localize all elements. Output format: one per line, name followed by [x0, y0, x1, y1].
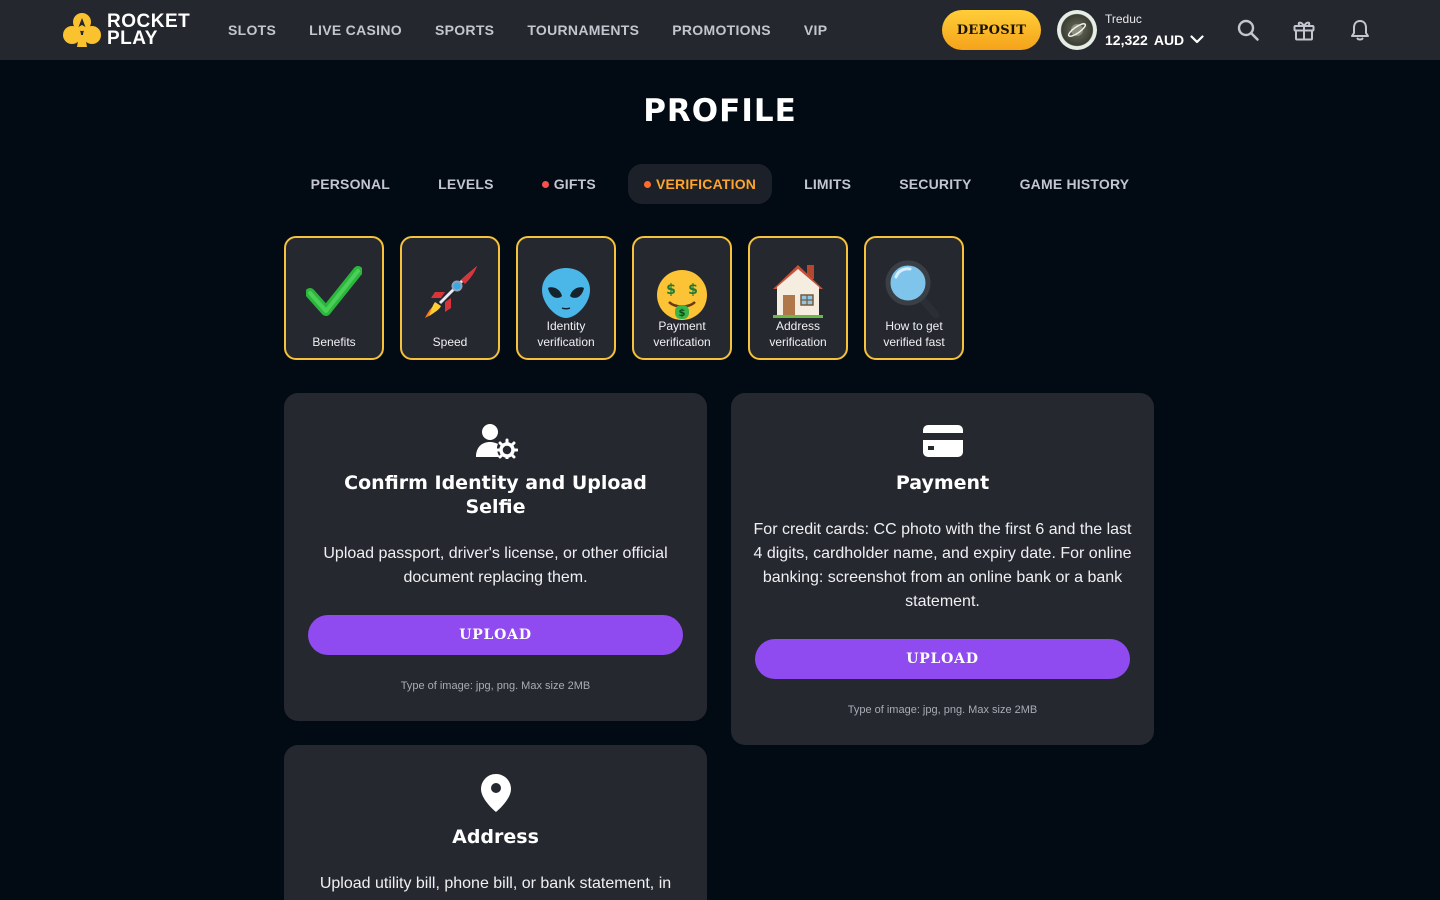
- user-menu[interactable]: Treduc 12,322 AUD: [1057, 10, 1204, 50]
- card-description: For credit cards: CC photo with the firs…: [753, 521, 1132, 610]
- bell-icon: [1351, 20, 1369, 41]
- svg-text:$: $: [666, 282, 676, 298]
- info-card-payment[interactable]: $ $ $ Payment verification: [632, 236, 732, 360]
- svg-text:$: $: [688, 282, 698, 298]
- identity-upload-button[interactable]: UPLOAD: [308, 615, 683, 655]
- nav-vip[interactable]: VIP: [804, 22, 827, 38]
- info-card-label: How to get verified fast: [883, 319, 945, 349]
- tab-security[interactable]: SECURITY: [883, 164, 987, 204]
- main-nav: SLOTS LIVE CASINO SPORTS TOURNAMENTS PRO…: [228, 0, 860, 60]
- nav-tournaments[interactable]: TOURNAMENTS: [527, 22, 639, 38]
- info-card-label: Identity verification: [537, 319, 595, 349]
- credit-card-icon: [922, 423, 964, 459]
- tab-label: LIMITS: [804, 176, 852, 192]
- verification-info-cards: Benefits Speed Identity verification $ $…: [284, 236, 980, 360]
- balance-amount: 12,322: [1105, 31, 1148, 48]
- info-card-identity[interactable]: Identity verification: [516, 236, 616, 360]
- money-face-icon: $ $ $: [634, 264, 730, 326]
- chevron-down-icon[interactable]: [1190, 35, 1204, 44]
- tab-gifts[interactable]: GIFTS: [526, 164, 612, 204]
- payment-upload-button[interactable]: UPLOAD: [755, 639, 1130, 679]
- card-title: Address: [452, 826, 539, 848]
- rocketplay-logo[interactable]: ROCKET PLAY: [63, 11, 190, 49]
- tab-label: GAME HISTORY: [1019, 176, 1130, 192]
- nav-sports[interactable]: SPORTS: [435, 22, 494, 38]
- search-icon: [1237, 19, 1259, 41]
- top-header: ROCKET PLAY SLOTS LIVE CASINO SPORTS TOU…: [0, 0, 1440, 60]
- info-card-label: Address verification: [769, 319, 827, 349]
- notification-dot: [643, 180, 651, 188]
- notifications-button[interactable]: [1347, 17, 1373, 43]
- card-description: Upload utility bill, phone bill, or bank…: [319, 875, 672, 892]
- avatar: [1057, 10, 1097, 50]
- info-card-label: Benefits: [312, 335, 356, 349]
- tab-levels[interactable]: LEVELS: [422, 164, 510, 204]
- info-card-get-verified-fast[interactable]: How to get verified fast: [864, 236, 964, 360]
- tab-label: SECURITY: [899, 176, 972, 192]
- tab-label: VERIFICATION: [655, 176, 757, 192]
- info-card-label: Speed: [432, 335, 468, 349]
- nav-slots[interactable]: SLOTS: [228, 22, 276, 38]
- nav-live-casino[interactable]: LIVE CASINO: [309, 22, 402, 38]
- rocket-icon: [402, 260, 498, 322]
- logo-text: ROCKET PLAY: [107, 12, 190, 49]
- info-card-benefits[interactable]: Benefits: [284, 236, 384, 360]
- nav-promotions[interactable]: PROMOTIONS: [672, 22, 771, 38]
- gifts-button[interactable]: [1291, 17, 1317, 43]
- user-info: Treduc 12,322 AUD: [1105, 12, 1204, 49]
- logo-line2: PLAY: [107, 28, 158, 49]
- user-name: Treduc: [1105, 11, 1142, 26]
- tab-verification[interactable]: VERIFICATION: [627, 164, 773, 204]
- tab-game-history[interactable]: GAME HISTORY: [1004, 164, 1146, 204]
- address-verification-card: Address Upload utility bill, phone bill,…: [284, 745, 707, 900]
- user-balance: 12,322 AUD: [1105, 31, 1204, 49]
- planet-icon: [1067, 23, 1087, 37]
- card-title: Payment: [895, 472, 990, 494]
- gift-icon: [1293, 21, 1315, 41]
- profile-tabs: PERSONAL LEVELS GIFTS VERIFICATION LIMIT…: [0, 164, 1440, 204]
- tab-label: GIFTS: [553, 176, 596, 192]
- user-gear-icon: [474, 423, 518, 459]
- info-card-label: Payment verification: [653, 319, 711, 349]
- card-title: Confirm Identity and Upload Selfie: [344, 472, 647, 518]
- payment-verification-card: Payment For credit cards: CC photo with …: [731, 393, 1154, 745]
- tab-label: LEVELS: [438, 176, 494, 192]
- upload-note: Type of image: jpg, png. Max size 2MB: [400, 680, 591, 692]
- page-title: PROFILE: [643, 93, 797, 129]
- info-card-address[interactable]: Address verification: [748, 236, 848, 360]
- upload-note: Type of image: jpg, png. Max size 2MB: [847, 704, 1038, 716]
- card-description: Upload passport, driver's license, or ot…: [323, 545, 668, 586]
- tab-label: PERSONAL: [310, 176, 391, 192]
- map-pin-icon: [480, 773, 512, 813]
- search-button[interactable]: [1235, 17, 1261, 43]
- deposit-button[interactable]: DEPOSIT: [942, 10, 1041, 50]
- house-icon: [750, 258, 846, 320]
- alien-icon: [518, 262, 614, 324]
- notification-dot: [541, 180, 549, 188]
- club-logo-icon: [63, 13, 101, 47]
- checkmark-icon: [286, 260, 382, 322]
- tab-limits[interactable]: LIMITS: [788, 164, 867, 204]
- magnifier-icon: [866, 258, 962, 320]
- info-card-speed[interactable]: Speed: [400, 236, 500, 360]
- identity-verification-card: Confirm Identity and Upload Selfie Uploa…: [284, 393, 707, 721]
- balance-currency: AUD: [1153, 31, 1185, 48]
- tab-personal[interactable]: PERSONAL: [295, 164, 406, 204]
